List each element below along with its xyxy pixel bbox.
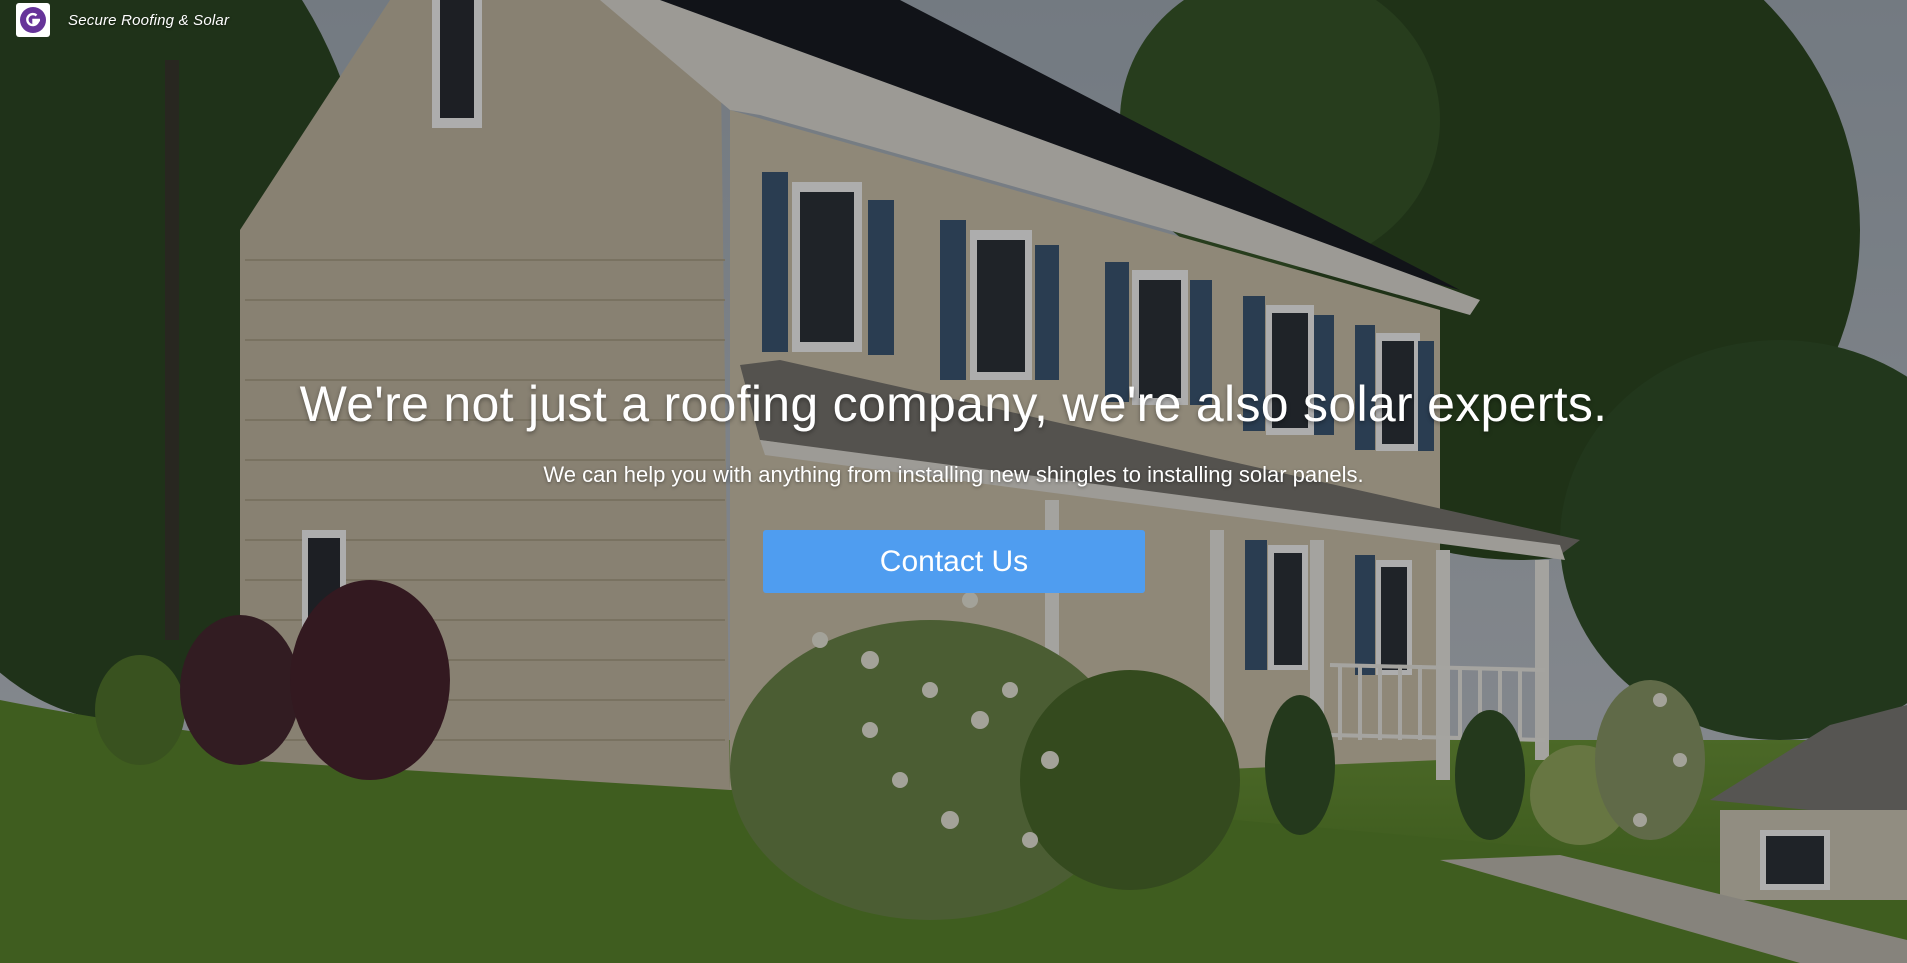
contact-us-button[interactable]: Contact Us (763, 530, 1145, 593)
site-header: Secure Roofing & Solar (0, 0, 1907, 42)
brand-name[interactable]: Secure Roofing & Solar (68, 12, 229, 29)
hero-subheadline: We can help you with anything from insta… (543, 462, 1364, 487)
hero-headline: We're not just a roofing company, we're … (299, 376, 1608, 432)
gatsby-logo-icon (20, 7, 46, 33)
site-logo-link[interactable] (16, 3, 50, 37)
